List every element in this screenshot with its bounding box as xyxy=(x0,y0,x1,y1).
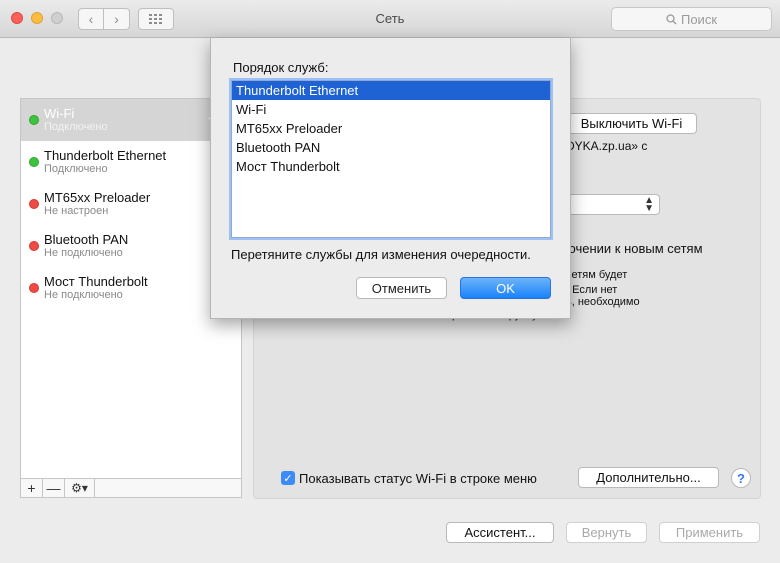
sidebar-toolbar: + — ⚙▾ xyxy=(20,478,242,498)
chevron-updown-icon: ▲ ▼ xyxy=(644,195,654,214)
turn-off-wifi-button[interactable]: Выключить Wi-Fi xyxy=(566,113,697,134)
service-item-thunderbolt-bridge[interactable]: Мост Thunderbolt Не подключено xyxy=(21,267,241,309)
ask-to-join-label: ючении к новым сетям xyxy=(566,241,703,256)
network-name-select[interactable]: ▲ ▼ xyxy=(566,194,660,215)
remove-service-button[interactable]: — xyxy=(43,479,65,497)
ok-button[interactable]: OK xyxy=(460,277,551,299)
order-item[interactable]: Мост Thunderbolt xyxy=(232,157,550,176)
order-item[interactable]: Bluetooth PAN xyxy=(232,138,550,157)
search-placeholder: Поиск xyxy=(680,11,718,27)
network-status-text: DYKA.zp.ua» с xyxy=(566,139,648,153)
title-bar: ‹ › Сеть Поиск xyxy=(0,0,780,38)
order-item[interactable]: MT65xx Preloader xyxy=(232,119,550,138)
service-list: Wi-Fi Подключено Thunderbolt Ethernet По… xyxy=(20,98,242,479)
advanced-button[interactable]: Дополнительно... xyxy=(578,467,719,488)
service-item-mt65xx-preloader[interactable]: MT65xx Preloader Не настроен xyxy=(21,183,241,225)
sheet-hint: Перетяните службы для изменения очередно… xyxy=(231,247,531,262)
gear-menu-button[interactable]: ⚙▾ xyxy=(65,479,95,497)
order-item[interactable]: Wi-Fi xyxy=(232,100,550,119)
checkmark-icon: ✓ xyxy=(283,472,293,485)
search-icon xyxy=(666,13,677,24)
cancel-button[interactable]: Отменить xyxy=(356,277,447,299)
status-dot xyxy=(29,241,39,251)
order-item[interactable]: Thunderbolt Ethernet xyxy=(232,81,550,100)
revert-button[interactable]: Вернуть xyxy=(566,522,647,543)
status-dot xyxy=(29,157,39,167)
show-wifi-status-label: Показывать статус Wi-Fi в строке меню xyxy=(299,471,537,486)
service-item-bluetooth-pan[interactable]: Bluetooth PAN Не подключено xyxy=(21,225,241,267)
service-item-thunderbolt-ethernet[interactable]: Thunderbolt Ethernet Подключено xyxy=(21,141,241,183)
show-wifi-status-checkbox[interactable]: ✓ xyxy=(281,471,295,485)
sheet-title: Порядок служб: xyxy=(233,60,329,75)
ask-to-join-description-2: . Если нет xyxy=(566,284,618,296)
assistant-button[interactable]: Ассистент... xyxy=(446,522,554,543)
apply-button[interactable]: Применить xyxy=(659,522,760,543)
status-dot xyxy=(29,283,39,293)
ask-to-join-description-1: сетям будет xyxy=(566,269,628,281)
service-order-list: Thunderbolt Ethernet Wi-Fi MT65xx Preloa… xyxy=(231,80,551,238)
status-dot xyxy=(29,199,39,209)
search-input[interactable]: Поиск xyxy=(611,7,772,31)
status-dot xyxy=(29,115,39,125)
ask-to-join-description-3: ь, необходимо xyxy=(566,296,640,308)
service-item-wifi[interactable]: Wi-Fi Подключено xyxy=(21,99,241,141)
help-button[interactable]: ? xyxy=(731,468,751,488)
add-service-button[interactable]: + xyxy=(21,479,43,497)
service-order-sheet: Порядок служб: Thunderbolt Ethernet Wi-F… xyxy=(210,38,571,319)
